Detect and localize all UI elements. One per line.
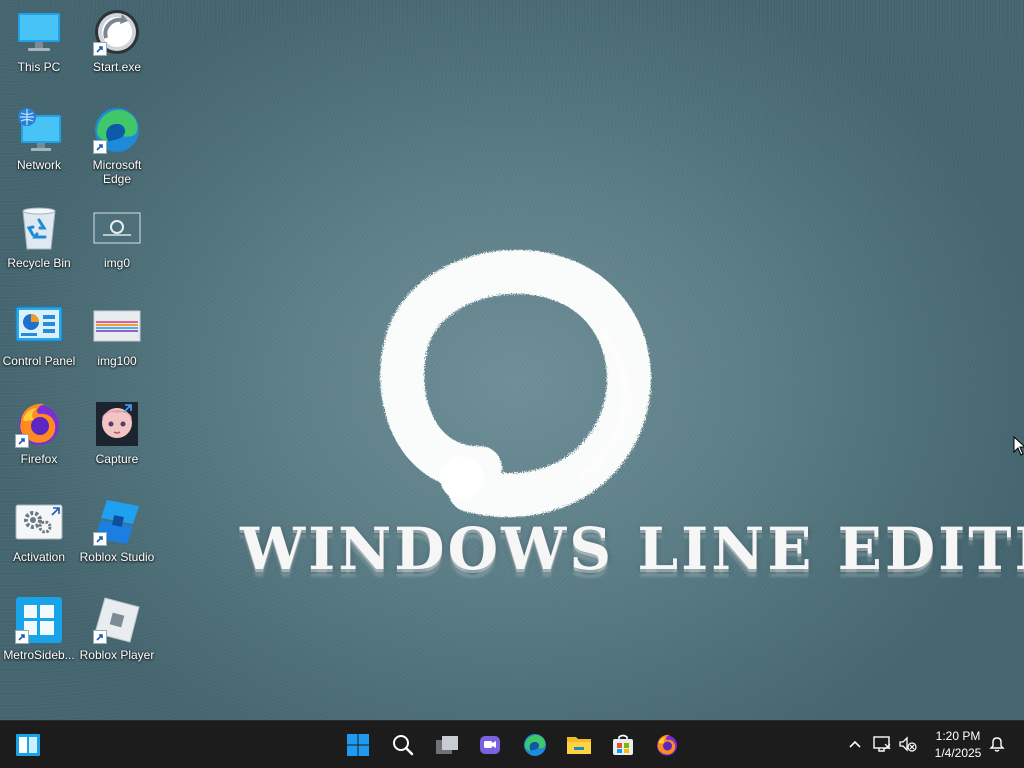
firefox-taskbar-button[interactable] <box>649 727 685 763</box>
search-button[interactable] <box>385 727 421 763</box>
desktop-icon-metro-sidebar[interactable]: MetroSideb... <box>0 596 78 662</box>
this-pc-icon <box>15 8 63 56</box>
mouse-cursor-icon <box>1013 436 1024 456</box>
desktop-icon-label: Recycle Bin <box>7 256 71 270</box>
file-explorer-button[interactable] <box>561 727 597 763</box>
activation-gears-icon <box>15 498 63 546</box>
roblox-player-icon <box>93 596 141 644</box>
shortcut-arrow-icon <box>93 140 107 154</box>
tray-overflow-button[interactable] <box>844 733 866 755</box>
desktop-icon-capture[interactable]: Capture <box>78 400 156 466</box>
image-file-icon <box>93 204 141 252</box>
shortcut-arrow-icon <box>93 42 107 56</box>
desktop-icon-label: Network <box>16 158 61 172</box>
firefox-icon <box>657 734 677 756</box>
folder-icon <box>567 737 591 754</box>
edge-icon <box>524 734 546 756</box>
desktop-icon-activation[interactable]: Activation <box>0 498 78 564</box>
roblox-studio-icon <box>93 498 141 546</box>
tray-network-button[interactable] <box>871 733 893 755</box>
desktop-icon-label: Microsoft Edge <box>92 158 142 186</box>
tray-volume-button[interactable] <box>897 733 919 755</box>
taskbar: 1:20 PM 1/4/2025 <box>0 720 1024 768</box>
desktop-icon-label: img0 <box>103 256 130 270</box>
desktop-icon-this-pc[interactable]: This PC <box>0 8 78 74</box>
search-icon <box>393 735 414 756</box>
shortcut-arrow-icon <box>15 434 29 448</box>
desktop-icon-roblox-player[interactable]: Roblox Player <box>78 596 156 662</box>
shortcut-arrow-icon <box>93 532 107 546</box>
taskbar-clock[interactable]: 1:20 PM 1/4/2025 <box>922 728 994 762</box>
desktop-icon-start-exe[interactable]: Start.exe <box>78 8 156 74</box>
edge-taskbar-button[interactable] <box>517 727 553 763</box>
desktop-icon-firefox[interactable]: Firefox <box>0 400 78 466</box>
recycle-bin-icon <box>15 204 63 252</box>
metro-sidebar-icon <box>16 734 40 756</box>
desktop-icon-label: Roblox Player <box>79 648 155 662</box>
firefox-icon <box>15 400 63 448</box>
desktop-icon-roblox-studio[interactable]: Roblox Studio <box>78 498 156 564</box>
capture-image-icon <box>93 400 141 448</box>
wallpaper-title: WINDOWS LINE EDITION <box>240 515 1024 583</box>
desktop-icon-control-panel[interactable]: Control Panel <box>0 302 78 368</box>
metro-sidebar-icon <box>15 596 63 644</box>
start-button[interactable] <box>340 727 376 763</box>
metro-sidebar-taskbar-button[interactable] <box>10 727 46 763</box>
desktop-icon-label: img100 <box>97 354 137 368</box>
volume-muted-icon <box>899 736 917 752</box>
clock-time: 1:20 PM <box>935 729 981 743</box>
start-exe-icon <box>93 8 141 56</box>
desktop-icon-label: This PC <box>17 60 61 74</box>
desktop-icon-label: Roblox Studio <box>79 550 155 564</box>
shortcut-arrow-icon <box>15 630 29 644</box>
clock-date: 1/4/2025 <box>934 746 982 760</box>
desktop-icon-label: Activation <box>12 550 66 564</box>
image-file-icon <box>93 302 141 350</box>
desktop-icon-microsoft-edge[interactable]: Microsoft Edge <box>78 106 156 186</box>
desktop[interactable]: WINDOWS LINE EDITION This PC <box>0 0 1024 768</box>
network-monitor-icon <box>873 736 891 752</box>
store-button[interactable] <box>605 727 641 763</box>
desktop-icon-network[interactable]: Network <box>0 106 78 172</box>
chat-icon <box>480 736 500 754</box>
control-panel-icon <box>15 302 63 350</box>
notification-center-button[interactable] <box>986 733 1008 755</box>
windows-start-icon <box>347 734 369 756</box>
edge-icon <box>93 106 141 154</box>
chat-button[interactable] <box>472 727 508 763</box>
notification-icon <box>989 737 1005 752</box>
desktop-icon-label: Firefox <box>20 452 58 466</box>
desktop-icon-label: Capture <box>95 452 139 466</box>
desktop-icon-label: Control Panel <box>2 354 76 368</box>
desktop-icon-recycle-bin[interactable]: Recycle Bin <box>0 204 78 270</box>
store-icon <box>613 734 633 755</box>
chevron-up-icon <box>849 740 861 748</box>
task-view-button[interactable] <box>429 727 465 763</box>
shortcut-arrow-icon <box>93 630 107 644</box>
desktop-icon-img100[interactable]: img100 <box>78 302 156 368</box>
desktop-icon-label: Start.exe <box>92 60 142 74</box>
desktop-icon-img0[interactable]: img0 <box>78 204 156 270</box>
desktop-icon-label: MetroSideb... <box>3 648 75 662</box>
network-icon <box>15 106 63 154</box>
task-view-icon <box>436 736 458 754</box>
